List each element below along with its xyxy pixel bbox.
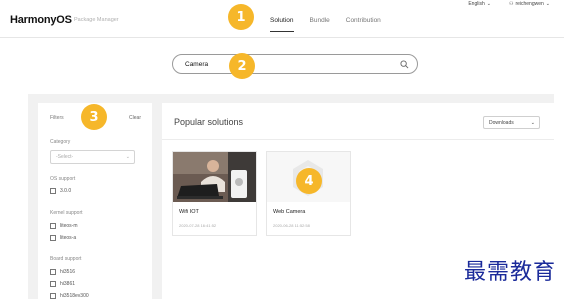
option-label: hi3861 — [60, 281, 76, 287]
main-nav: Solution Bundle Contribution — [270, 17, 381, 32]
tab-solution[interactable]: Solution — [270, 17, 294, 32]
checkbox[interactable] — [50, 269, 56, 275]
os-support-label: OS support — [50, 176, 76, 182]
filters-title: Filters — [50, 115, 64, 121]
chevron-down-icon: ⌄ — [530, 120, 535, 126]
board-option[interactable]: hi3518ev300 — [50, 293, 89, 299]
solution-card[interactable]: Wifi IOT 2020-07-28 16:41:52 — [172, 151, 257, 236]
checkbox[interactable] — [50, 281, 56, 287]
filters-panel: Filters Clear Category -Select- ⌄ OS sup… — [38, 103, 152, 299]
search-icon[interactable] — [400, 60, 409, 69]
option-label: hi3518ev300 — [60, 293, 89, 299]
section-title: Popular solutions — [174, 117, 244, 127]
kernel-option[interactable]: liteos-m — [50, 223, 78, 229]
option-label: liteos-m — [60, 223, 78, 229]
watermark: 最需教育 — [463, 260, 556, 285]
board-option[interactable]: hi3861 — [50, 281, 75, 287]
solution-date: 2020-06-28 11:52:58 — [273, 223, 310, 228]
callout-badge: 3 — [81, 104, 107, 130]
callout-badge: 4 — [296, 168, 322, 194]
os-option[interactable]: 3.0.0 — [50, 188, 71, 194]
solution-date: 2020-07-28 16:41:52 — [179, 223, 217, 228]
category-label: Category — [50, 139, 71, 145]
kernel-option[interactable]: liteos-a — [50, 235, 76, 241]
option-label: 3.0.0 — [60, 188, 72, 194]
solution-name: Wifi IOT — [179, 209, 199, 215]
clear-filters-button[interactable]: Clear — [129, 115, 141, 121]
checkbox[interactable] — [50, 188, 56, 194]
solution-name: Web Camera — [273, 209, 306, 215]
kernel-support-label: Kernel support — [50, 210, 83, 216]
app-subtitle: Package Manager — [74, 17, 119, 23]
tab-contribution[interactable]: Contribution — [346, 17, 381, 32]
category-select[interactable]: -Select- ⌄ — [50, 150, 135, 164]
chevron-down-icon: ⌄ — [125, 154, 130, 160]
board-support-label: Board support — [50, 256, 82, 262]
search-bar — [172, 54, 418, 74]
tab-bundle[interactable]: Bundle — [310, 17, 330, 32]
checkbox[interactable] — [50, 223, 56, 229]
option-label: liteos-a — [60, 235, 77, 241]
checkbox[interactable] — [50, 293, 56, 299]
sort-select[interactable]: Downloads ⌄ — [483, 116, 540, 129]
solution-thumbnail — [173, 152, 256, 202]
logo[interactable]: HarmonyOS — [10, 14, 72, 26]
callout-badge: 2 — [229, 53, 255, 79]
callout-badge: 1 — [228, 4, 254, 30]
category-select-value: -Select- — [56, 154, 74, 160]
option-label: hi3516 — [60, 269, 76, 275]
sort-select-value: Downloads — [489, 120, 514, 126]
checkbox[interactable] — [50, 235, 56, 241]
divider — [162, 139, 554, 140]
board-option[interactable]: hi3516 — [50, 269, 75, 275]
header: HarmonyOS Package Manager Solution Bundl… — [0, 6, 564, 38]
search-input[interactable] — [185, 59, 385, 70]
